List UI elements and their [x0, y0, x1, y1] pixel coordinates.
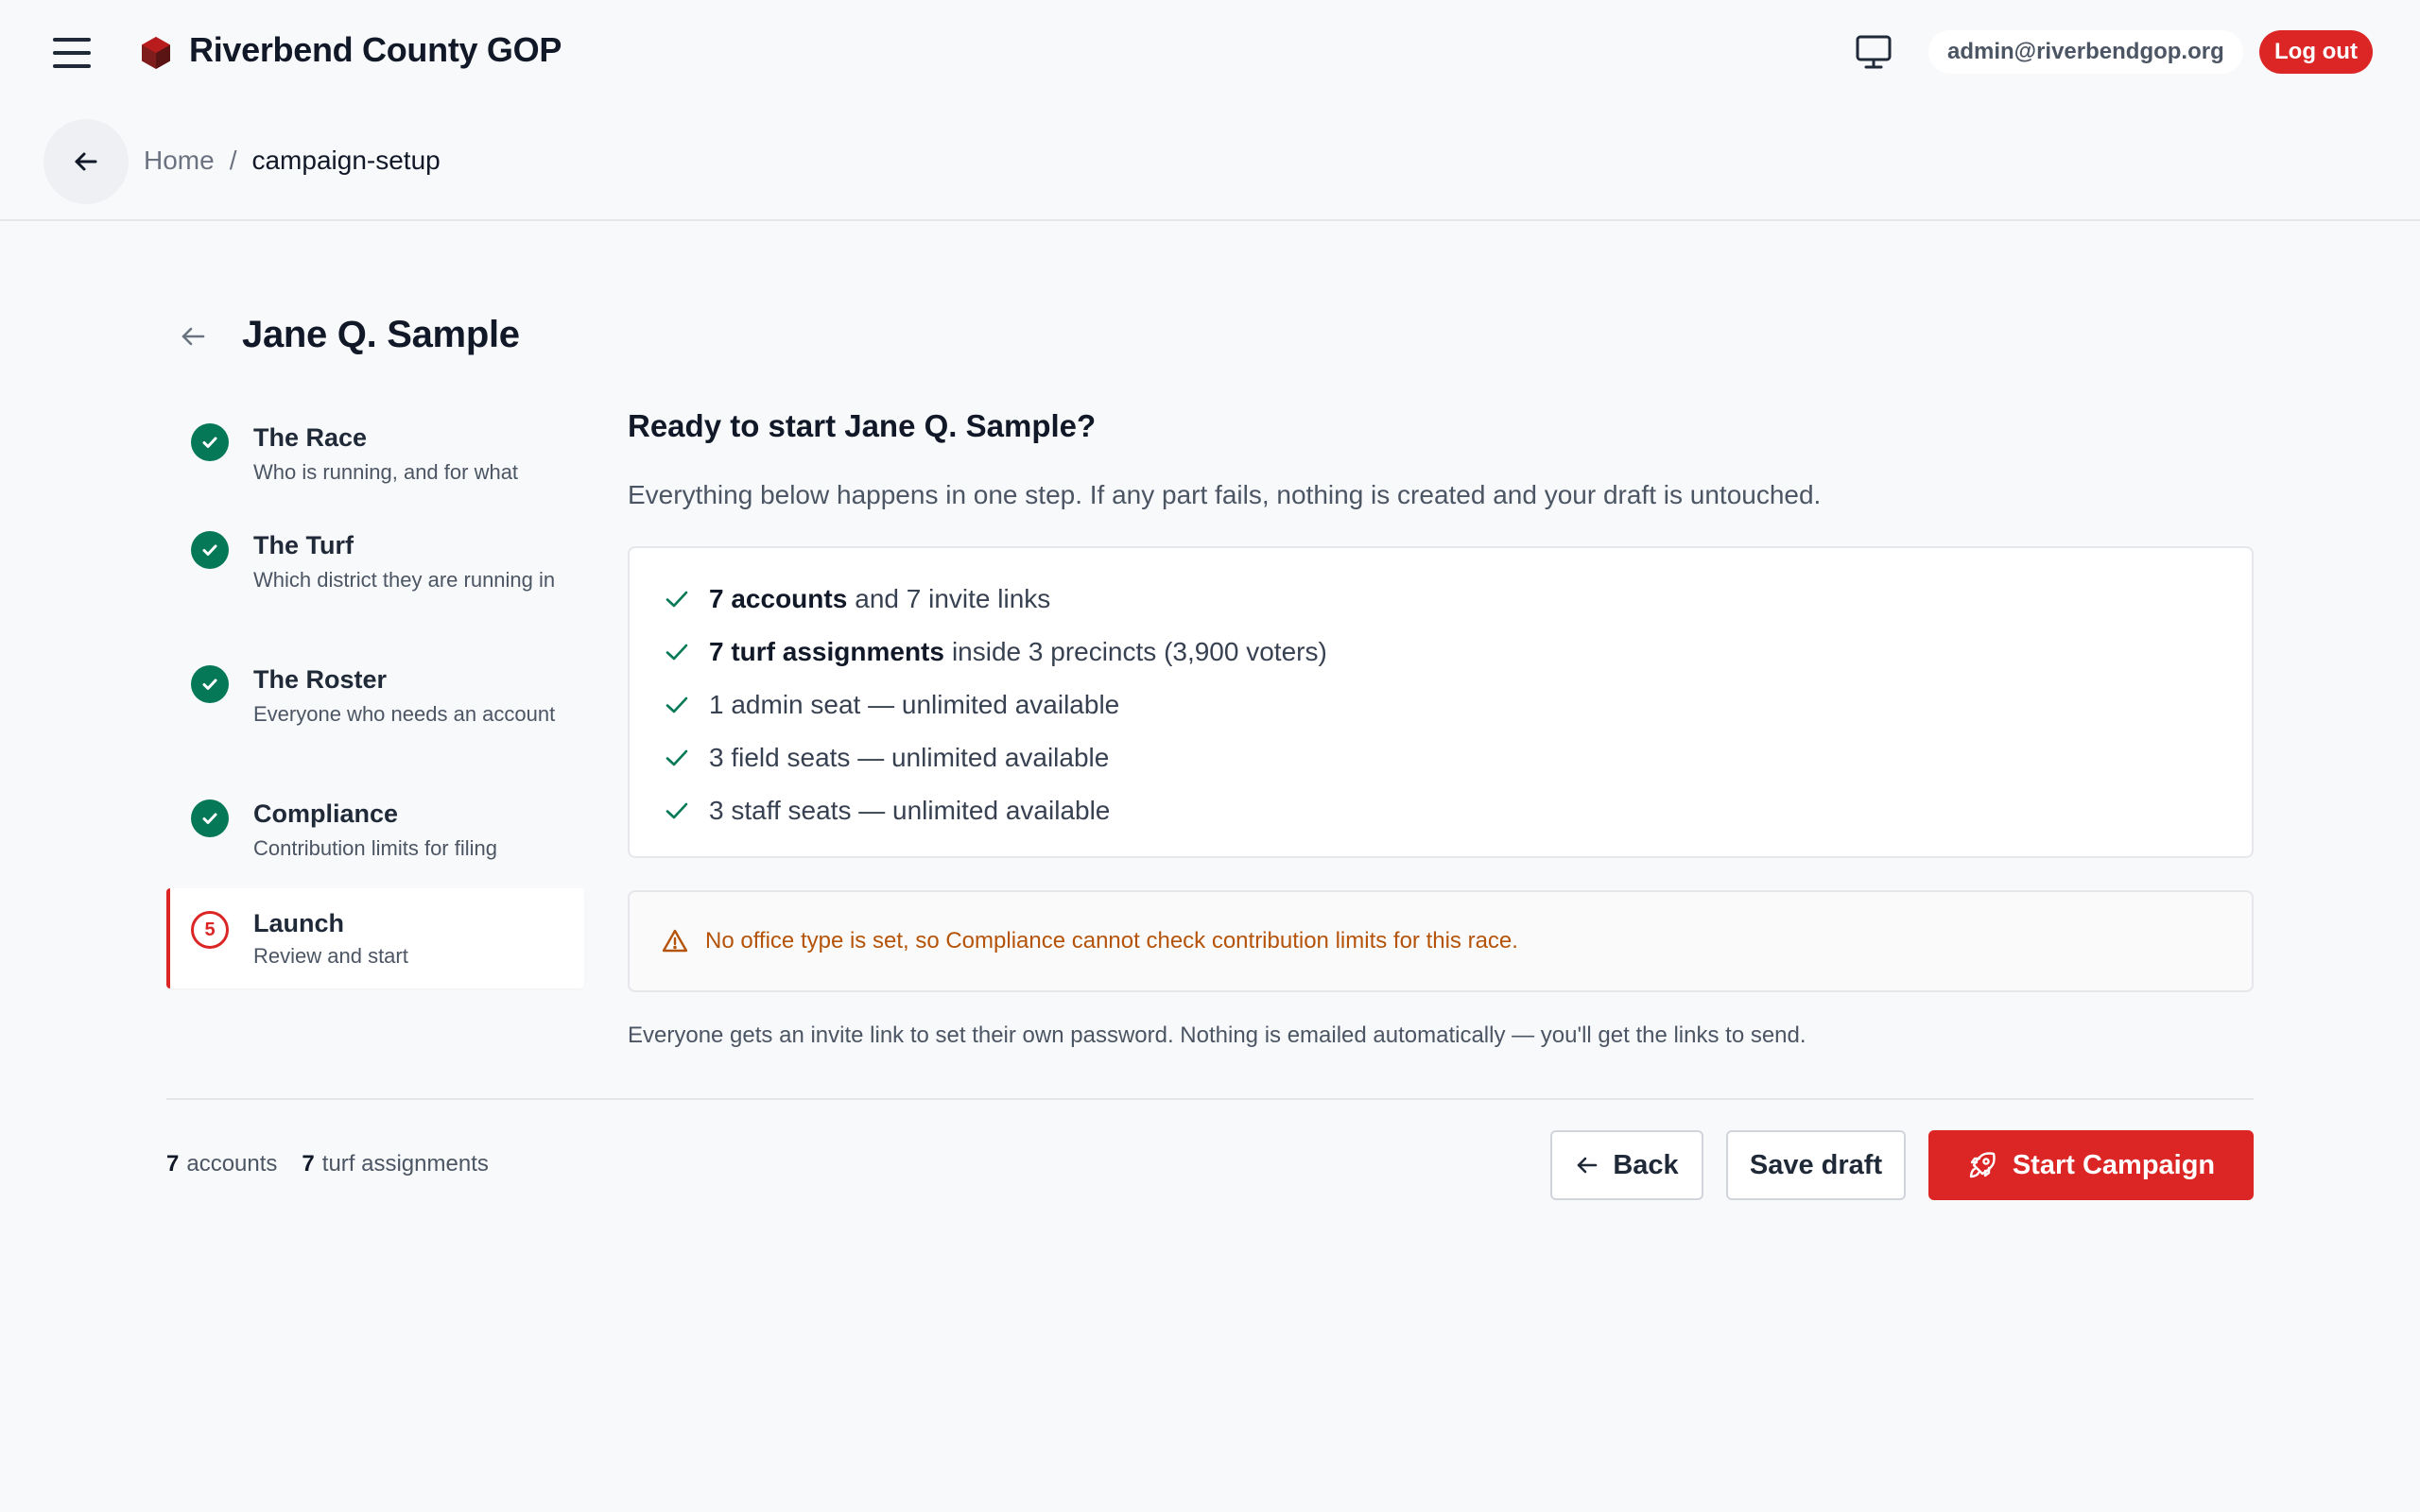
breadcrumb-separator: /	[229, 146, 237, 175]
monitor-icon[interactable]	[1855, 34, 1893, 70]
menu-icon[interactable]	[53, 38, 91, 68]
summary-item: 3 field seats — unlimited available	[664, 739, 1109, 777]
summary-item: 7 accounts and 7 invite links	[664, 580, 1050, 618]
back-icon[interactable]	[43, 119, 129, 204]
summary-item: 1 admin seat — unlimited available	[664, 686, 1119, 724]
step-number-badge: 5	[191, 911, 229, 949]
accounts-count: 7	[166, 1151, 180, 1177]
check-icon	[666, 749, 688, 766]
back-button-label: Back	[1613, 1149, 1679, 1180]
check-circle-icon	[191, 665, 229, 703]
arrow-left-icon	[1578, 1157, 1598, 1174]
summary-item-bold: 7 turf assignments	[709, 637, 944, 666]
step-title: Launch	[253, 909, 345, 937]
compliance-warning: No office type is set, so Compliance can…	[628, 890, 2254, 992]
arrow-left-icon[interactable]	[178, 321, 208, 352]
check-circle-icon	[191, 799, 229, 837]
step-the-roster[interactable]: The Roster Everyone who needs an account	[166, 650, 584, 773]
check-icon	[666, 696, 688, 713]
check-icon	[666, 644, 688, 661]
step-the-turf[interactable]: The Turf Which district they are running…	[166, 516, 584, 639]
breadcrumb: Home / campaign-setup	[144, 146, 441, 176]
summary-counts: 7 accounts 7 turf assignments	[166, 1151, 489, 1177]
check-circle-icon	[191, 423, 229, 461]
invite-footnote: Everyone gets an invite link to set thei…	[628, 1022, 1806, 1048]
save-draft-button[interactable]: Save draft	[1726, 1130, 1906, 1200]
start-campaign-button[interactable]: Start Campaign	[1928, 1130, 2254, 1200]
summary-item-text: 3 field seats — unlimited available	[709, 743, 1110, 772]
summary-item: 7 turf assignments inside 3 precincts (3…	[664, 633, 1327, 671]
step-subtitle: Contribution limits for filing	[253, 836, 497, 860]
logo-icon	[142, 37, 170, 69]
launch-summary-card: 7 accounts and 7 invite links 7 turf ass…	[628, 546, 2254, 858]
summary-item-text: and 7 invite links	[855, 584, 1051, 613]
summary-item-bold: 7 accounts	[709, 584, 848, 613]
app-title: Riverbend County GOP	[189, 30, 562, 69]
page-title: Jane Q. Sample	[242, 314, 520, 355]
back-button[interactable]: Back	[1550, 1130, 1703, 1200]
turf-label: turf assignments	[321, 1151, 489, 1177]
summary-item: 3 staff seats — unlimited available	[664, 792, 1110, 830]
warning-text: No office type is set, so Compliance can…	[705, 928, 1518, 954]
accounts-label: accounts	[186, 1151, 278, 1177]
top-bar: Riverbend County GOP admin@riverbendgop.…	[0, 0, 2420, 106]
user-email: admin@riverbendgop.org	[1928, 30, 2243, 74]
summary-item-text: 1 admin seat — unlimited available	[709, 690, 1120, 719]
breadcrumb-home[interactable]: Home	[144, 146, 215, 176]
save-draft-label: Save draft	[1749, 1149, 1883, 1180]
check-icon	[666, 802, 688, 819]
launch-heading: Ready to start Jane Q. Sample?	[628, 408, 1097, 443]
step-title: The Roster	[253, 665, 388, 694]
turf-count: 7	[302, 1151, 315, 1177]
launch-description: Everything below happens in one step. If…	[628, 480, 1822, 509]
breadcrumb-bar: Home / campaign-setup	[0, 106, 2420, 221]
step-subtitle: Everyone who needs an account	[253, 702, 556, 726]
summary-item-text: inside 3 precincts (3,900 voters)	[951, 637, 1327, 666]
step-subtitle: Which district they are running in	[253, 568, 556, 592]
rocket-icon	[1969, 1152, 1996, 1178]
step-subtitle: Review and start	[253, 944, 408, 968]
logout-button[interactable]: Log out	[2259, 30, 2373, 74]
start-campaign-label: Start Campaign	[2012, 1149, 2216, 1180]
warning-icon	[662, 929, 688, 953]
check-icon	[666, 591, 688, 608]
breadcrumb-current: campaign-setup	[251, 146, 441, 175]
step-compliance[interactable]: Compliance Contribution limits for filin…	[166, 784, 584, 879]
divider	[166, 1098, 2254, 1100]
summary-item-text: 3 staff seats — unlimited available	[709, 796, 1111, 825]
step-title: Compliance	[253, 799, 399, 828]
step-launch[interactable]: 5 Launch Review and start	[166, 888, 584, 988]
step-title: The Turf	[253, 531, 354, 559]
check-circle-icon	[191, 531, 229, 569]
step-the-race[interactable]: The Race Who is running, and for what	[166, 408, 584, 503]
step-title: The Race	[253, 423, 368, 452]
step-subtitle: Who is running, and for what	[253, 460, 519, 484]
